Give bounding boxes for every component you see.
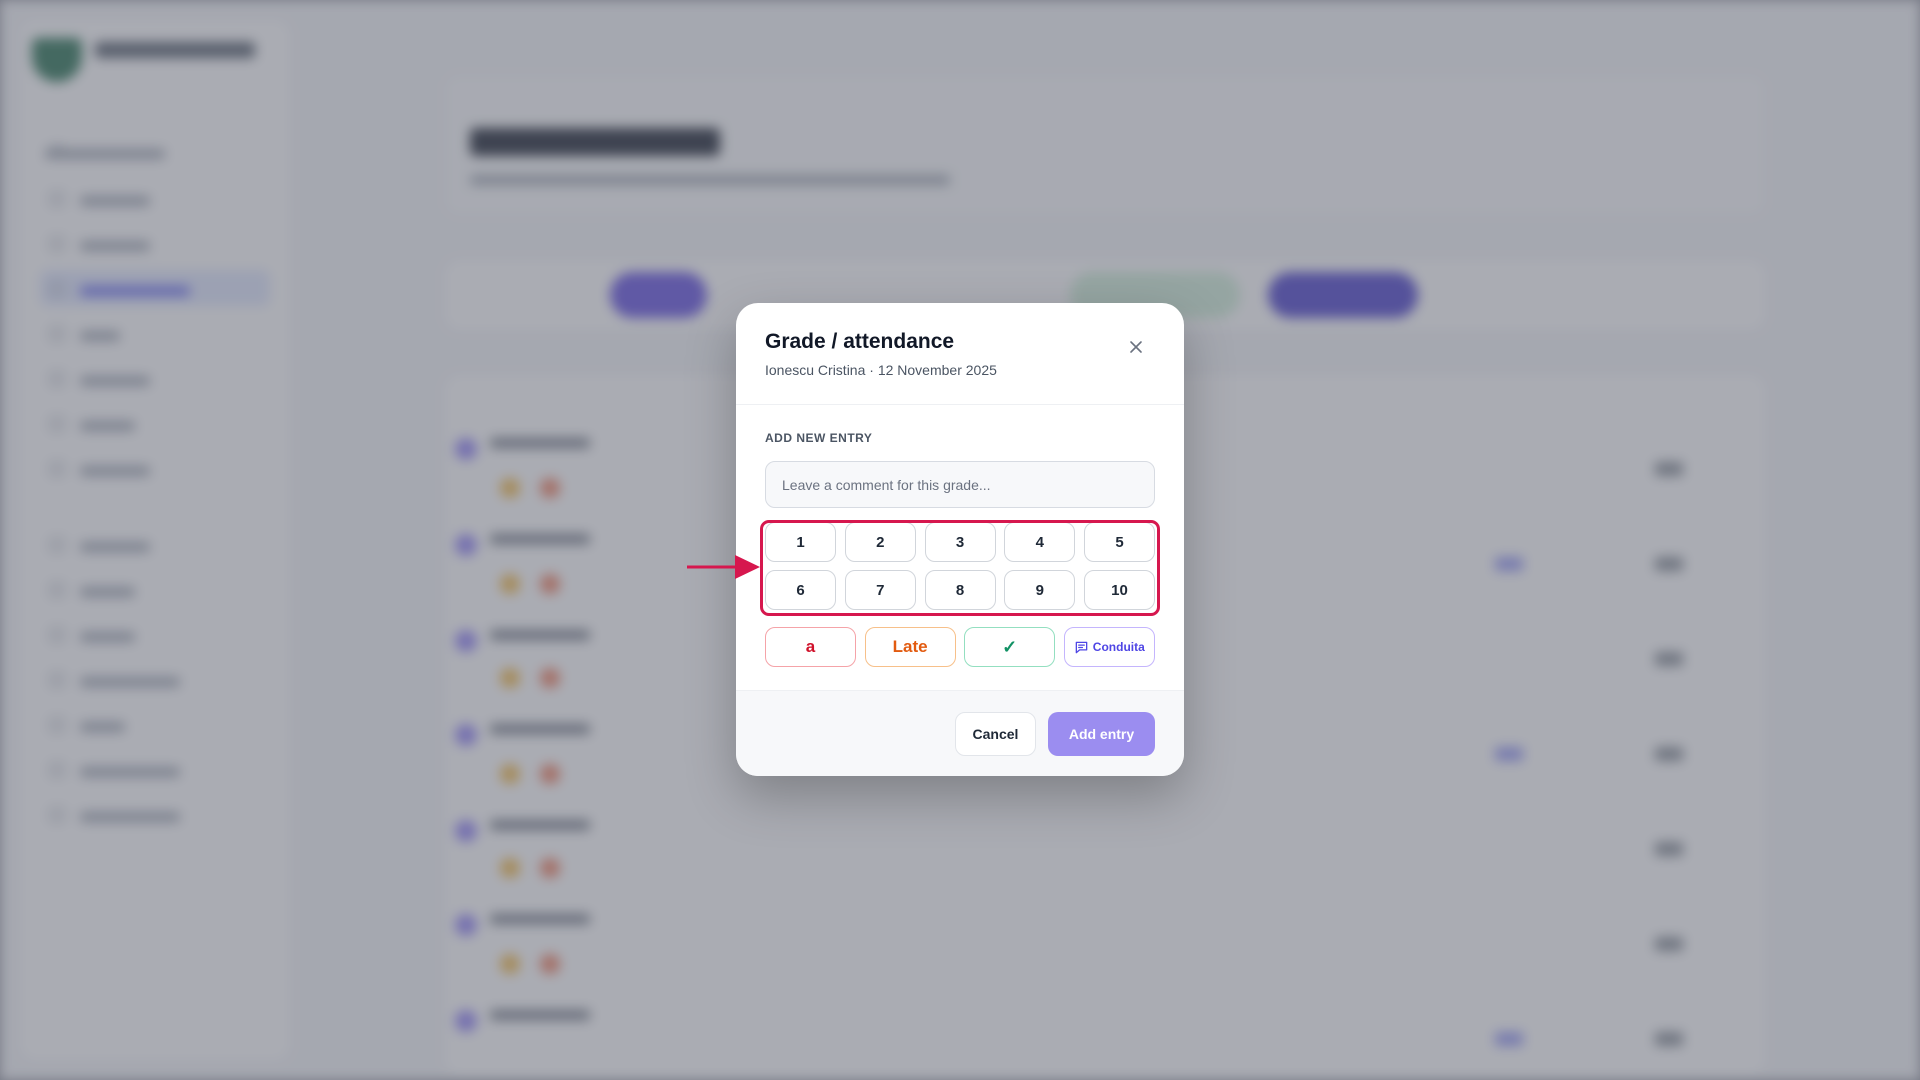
grade-button-4[interactable]: 4	[1004, 522, 1076, 562]
dialog-subtitle: Ionescu Cristina · 12 November 2025	[765, 362, 997, 378]
late-button[interactable]: Late	[864, 627, 956, 667]
close-icon	[1130, 341, 1142, 353]
attendance-row: a Late ✓ Conduita	[765, 627, 1155, 667]
dialog-footer: Cancel Add entry	[736, 690, 1184, 776]
grade-button-2[interactable]: 2	[844, 522, 916, 562]
message-square-icon	[1075, 641, 1088, 653]
dialog-header: Grade / attendance Ionescu Cristina · 12…	[736, 303, 1184, 405]
absent-button[interactable]: a	[765, 627, 856, 667]
add-entry-button[interactable]: Add entry	[1048, 712, 1155, 756]
grade-button-1[interactable]: 1	[765, 522, 836, 562]
grade-button-7[interactable]: 7	[844, 570, 916, 610]
dialog-title: Grade / attendance	[765, 330, 955, 353]
grade-button-6[interactable]: 6	[765, 570, 836, 610]
arrow-right-icon	[687, 555, 760, 579]
present-button[interactable]: ✓	[964, 627, 1056, 667]
close-button[interactable]	[1122, 333, 1150, 361]
grade-button-9[interactable]: 9	[1004, 570, 1076, 610]
conduct-label: Conduita	[1092, 640, 1145, 654]
grade-button-10[interactable]: 10	[1084, 570, 1155, 610]
conduct-button[interactable]: Conduita	[1063, 627, 1155, 667]
grade-grid: 1 2 3 4 5 6 7 8 9 10	[765, 522, 1155, 610]
grade-button-8[interactable]: 8	[924, 570, 996, 610]
grade-button-3[interactable]: 3	[924, 522, 996, 562]
cancel-button[interactable]: Cancel	[955, 712, 1036, 756]
grade-attendance-dialog: Grade / attendance Ionescu Cristina · 12…	[736, 303, 1184, 776]
section-label: ADD NEW ENTRY	[765, 431, 873, 445]
comment-input[interactable]	[765, 461, 1155, 508]
grade-button-5[interactable]: 5	[1084, 522, 1155, 562]
